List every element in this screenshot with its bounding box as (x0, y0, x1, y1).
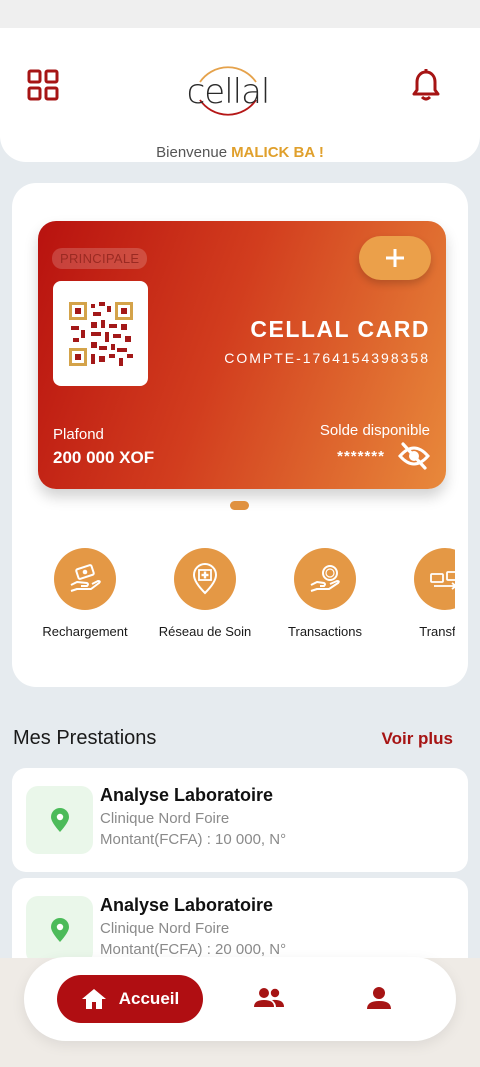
prestation-amount: Montant(FCFA) : 20 000, N° (100, 941, 287, 958)
cellal-logo: cellal (186, 52, 270, 128)
cellal-card[interactable]: PRINCIPALE CELLAL CARD COMPTE-1764154398… (38, 221, 446, 489)
plus-icon (386, 249, 404, 267)
transfer-icon (430, 571, 455, 590)
app-header: cellal Bienvenue MALICK BA ! (0, 28, 480, 162)
location-pin-icon (50, 808, 69, 832)
coin-hand-icon (310, 565, 340, 592)
action-label: Réseau de Soin (158, 624, 252, 639)
qr-code-icon (68, 301, 133, 366)
pin-container (26, 786, 93, 854)
prestation-item[interactable]: Analyse Laboratoire Clinique Nord Foire … (12, 768, 468, 872)
bell-icon[interactable] (410, 68, 442, 102)
quick-actions: Rechargement Réseau de Soin Transactions (12, 540, 455, 650)
location-pin-icon (50, 918, 69, 942)
action-reseau-de-soin[interactable]: Réseau de Soin (145, 548, 265, 639)
action-transactions[interactable]: Transactions (265, 548, 385, 639)
status-bar (0, 0, 480, 28)
prestation-provider: Clinique Nord Foire (100, 920, 230, 937)
welcome-text: Bienvenue MALICK BA ! (0, 144, 480, 161)
plafond-label: Plafond (53, 426, 104, 443)
profile-icon[interactable] (366, 985, 392, 1011)
card-title: CELLAL CARD (250, 316, 430, 342)
plafond-value: 200 000 XOF (53, 448, 155, 467)
nav-home-label: Accueil (118, 989, 180, 1008)
action-rechargement[interactable]: Rechargement (25, 548, 145, 639)
location-hospital-icon (192, 563, 218, 595)
home-icon (81, 989, 106, 1009)
prestation-provider: Clinique Nord Foire (100, 810, 230, 827)
carousel-indicator[interactable] (230, 501, 249, 510)
action-circle (54, 548, 116, 610)
action-label: Transfert (419, 624, 455, 639)
prestation-title: Analyse Laboratoire (100, 785, 274, 805)
action-label: Transactions (288, 624, 362, 639)
prestation-amount: Montant(FCFA) : 10 000, N° (100, 831, 287, 848)
prestation-title: Analyse Laboratoire (100, 895, 274, 915)
grid-menu-icon[interactable] (26, 68, 60, 102)
action-label: Rechargement (42, 624, 128, 639)
action-circle (294, 548, 356, 610)
section-title: Mes Prestations (13, 727, 157, 749)
add-card-button[interactable] (359, 236, 431, 280)
principal-badge: PRINCIPALE (52, 248, 148, 269)
nav-home-button[interactable]: Accueil (57, 975, 203, 1023)
welcome-label: Bienvenue (156, 144, 228, 161)
action-transfert[interactable]: Transfert (385, 548, 455, 639)
logo-text: cellal (186, 72, 271, 112)
bottom-navigation: Accueil (24, 957, 456, 1041)
action-circle (414, 548, 455, 610)
eye-off-icon[interactable] (398, 442, 430, 470)
qr-code[interactable] (53, 281, 148, 386)
user-name: MALICK BA ! (231, 144, 324, 161)
group-icon[interactable] (253, 985, 285, 1011)
action-circle (174, 548, 236, 610)
hand-money-icon (70, 564, 101, 592)
solde-hidden-value: ******* (337, 448, 385, 465)
voir-plus-link[interactable]: Voir plus (382, 729, 453, 749)
solde-label: Solde disponible (319, 422, 430, 439)
pin-container (26, 896, 93, 964)
account-number: COMPTE-1764154398358 (224, 350, 430, 366)
